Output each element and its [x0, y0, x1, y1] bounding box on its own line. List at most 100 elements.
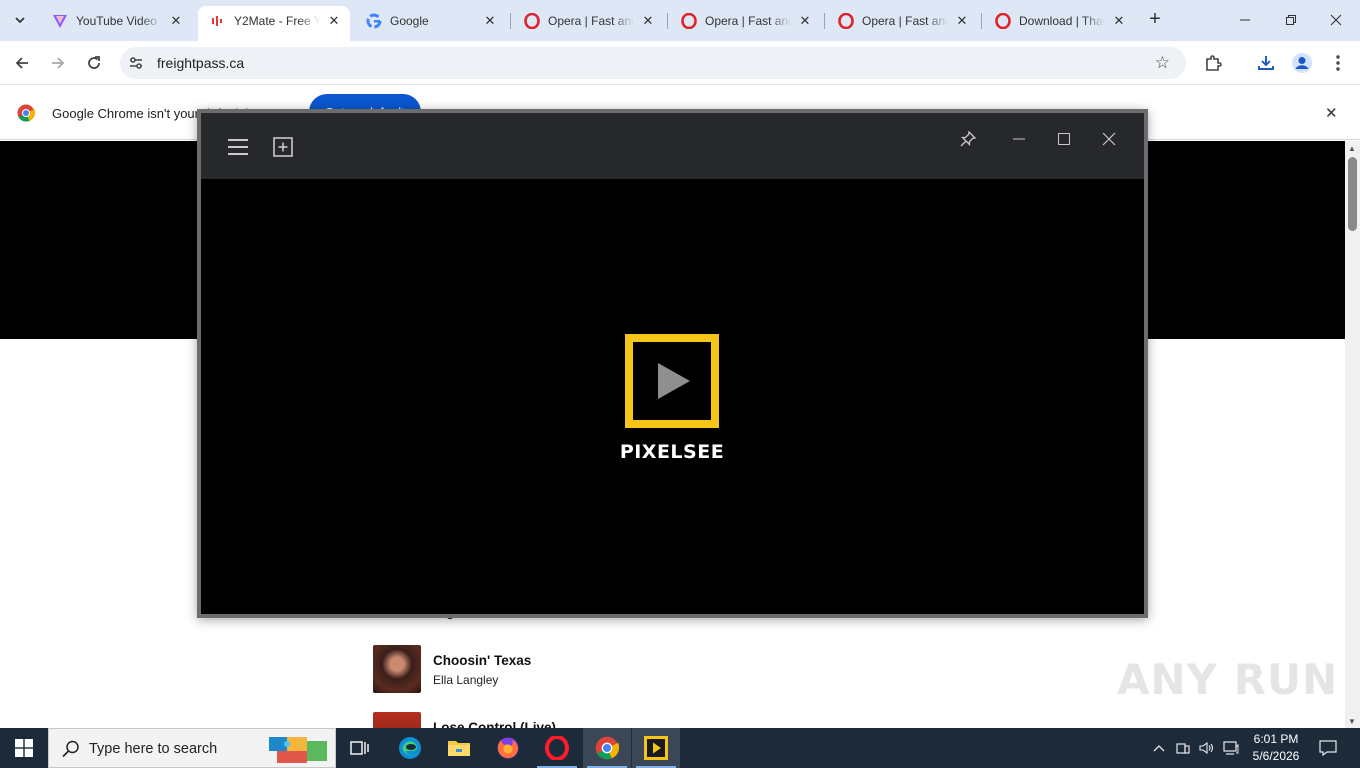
player-menu-button[interactable]	[225, 135, 251, 159]
download-icon	[1258, 56, 1274, 70]
pixelsee-logo[interactable]	[625, 334, 719, 428]
pin-icon	[960, 130, 977, 147]
open-file-button[interactable]	[271, 135, 295, 159]
minimize-icon	[1240, 19, 1250, 21]
new-tab-button[interactable]: +	[1145, 9, 1165, 31]
close-tab-icon[interactable]: ✕	[797, 13, 813, 29]
tray-volume[interactable]	[1196, 728, 1218, 768]
pixelsee-player-window[interactable]: PIXELSEE	[197, 109, 1148, 618]
extensions-button[interactable]	[1201, 51, 1225, 75]
player-minimize-button[interactable]	[1007, 127, 1031, 151]
reload-button[interactable]	[82, 51, 106, 75]
avatar-icon	[1292, 53, 1312, 73]
taskbar-chrome[interactable]	[583, 728, 631, 768]
tab-youtube-downloader[interactable]: YouTube Video Downloader ✕	[40, 6, 192, 35]
taskbar-firefox[interactable]	[484, 728, 532, 768]
tab-title: Download | Thank you	[1019, 13, 1105, 28]
scroll-up-icon[interactable]: ▲	[1348, 144, 1356, 153]
pixelsee-app-icon	[644, 736, 668, 760]
kebab-menu-icon	[1336, 55, 1340, 71]
song-thumbnail	[373, 712, 421, 728]
address-bar[interactable]: freightpass.ca ☆	[120, 47, 1186, 79]
tray-network[interactable]	[1172, 728, 1194, 768]
close-tab-icon[interactable]: ✕	[954, 13, 970, 29]
song-item[interactable]: Choosin' Texas Ella Langley	[373, 645, 531, 693]
minimize-window-button[interactable]	[1233, 8, 1257, 32]
tab-title: Opera | Fast and secure	[548, 13, 634, 28]
downloads-button[interactable]	[1254, 51, 1278, 75]
back-button[interactable]	[10, 51, 34, 75]
browser-toolbar: freightpass.ca ☆	[0, 41, 1360, 85]
opera-icon	[524, 12, 540, 29]
chrome-logo-icon	[17, 104, 35, 122]
tab-google[interactable]: Google ✕	[354, 6, 506, 35]
edge-icon	[399, 737, 421, 759]
windows-taskbar: Type here to search 6:01 PM 5/6/2026	[0, 728, 1360, 768]
volume-icon	[1199, 741, 1214, 755]
google-icon	[366, 13, 382, 29]
opera-icon	[838, 12, 854, 29]
song-title[interactable]: Lose Control (Live)	[433, 720, 556, 728]
reload-icon	[88, 56, 100, 69]
url-text[interactable]: freightpass.ca	[157, 55, 244, 71]
taskbar-edge[interactable]	[386, 728, 434, 768]
tab-separator	[824, 13, 825, 29]
song-title[interactable]: Choosin' Texas	[433, 653, 531, 668]
maximize-icon	[1058, 133, 1070, 145]
chevron-up-icon	[1153, 745, 1165, 752]
notification-icon	[1319, 740, 1337, 756]
minimize-icon	[1013, 138, 1025, 140]
player-close-button[interactable]	[1097, 127, 1121, 151]
opera-icon	[995, 12, 1011, 29]
song-artist: Ella Langley	[433, 673, 499, 687]
tab-opera-3[interactable]: Opera | Fast and secure ✕	[826, 6, 978, 35]
close-tab-icon[interactable]: ✕	[1111, 13, 1127, 29]
task-view-icon	[350, 741, 369, 755]
taskbar-pixelsee[interactable]	[632, 728, 680, 768]
taskbar-search[interactable]: Type here to search	[48, 728, 336, 768]
vidiq-icon	[52, 13, 68, 29]
profile-button[interactable]	[1290, 51, 1314, 75]
pin-on-top-button[interactable]	[956, 127, 980, 151]
taskbar-clock[interactable]: 6:01 PM 5/6/2026	[1246, 731, 1306, 765]
close-infobar-icon[interactable]: ✕	[1325, 104, 1338, 122]
close-tab-icon[interactable]: ✕	[168, 13, 184, 29]
player-maximize-button[interactable]	[1052, 127, 1076, 151]
taskbar-file-explorer[interactable]	[435, 728, 483, 768]
opera-icon	[681, 12, 697, 29]
close-tab-icon[interactable]: ✕	[482, 13, 498, 29]
song-item[interactable]: Lose Control (Live)	[373, 712, 556, 728]
tab-separator	[510, 13, 511, 29]
task-view-button[interactable]	[336, 728, 384, 768]
show-hidden-icons-button[interactable]	[1148, 728, 1170, 768]
chrome-menu-button[interactable]	[1326, 51, 1350, 75]
taskbar-opera[interactable]	[533, 728, 581, 768]
tab-separator	[667, 13, 668, 29]
search-placeholder: Type here to search	[89, 741, 218, 757]
close-icon	[1330, 14, 1342, 26]
tab-download[interactable]: Download | Thank you ✕	[983, 6, 1135, 35]
opera-icon	[545, 736, 569, 760]
restore-icon	[1286, 15, 1296, 25]
restore-window-button[interactable]	[1279, 8, 1303, 32]
network-icon	[1176, 743, 1190, 754]
start-button[interactable]	[0, 728, 48, 768]
site-settings-icon[interactable]	[128, 55, 144, 71]
firefox-icon	[497, 737, 519, 759]
monitor-icon	[1223, 741, 1239, 755]
close-window-button[interactable]	[1324, 8, 1348, 32]
close-icon	[1102, 132, 1116, 146]
close-tab-icon[interactable]: ✕	[326, 13, 342, 29]
forward-button[interactable]	[46, 51, 70, 75]
tray-display[interactable]	[1220, 728, 1242, 768]
notifications-button[interactable]	[1314, 728, 1342, 768]
scrollbar-thumb[interactable]	[1348, 157, 1357, 231]
close-tab-icon[interactable]: ✕	[640, 13, 656, 29]
page-scrollbar[interactable]: ▲ ▼	[1345, 141, 1360, 728]
tab-opera-2[interactable]: Opera | Fast and secure ✕	[669, 6, 821, 35]
tab-search-button[interactable]	[8, 8, 32, 32]
tab-y2mate[interactable]: Y2Mate - Free YouTube ✕	[198, 6, 350, 41]
tab-opera-1[interactable]: Opera | Fast and secure ✕	[512, 6, 664, 35]
scroll-down-icon[interactable]: ▼	[1348, 717, 1356, 726]
bookmark-star-icon[interactable]: ☆	[1155, 53, 1170, 73]
